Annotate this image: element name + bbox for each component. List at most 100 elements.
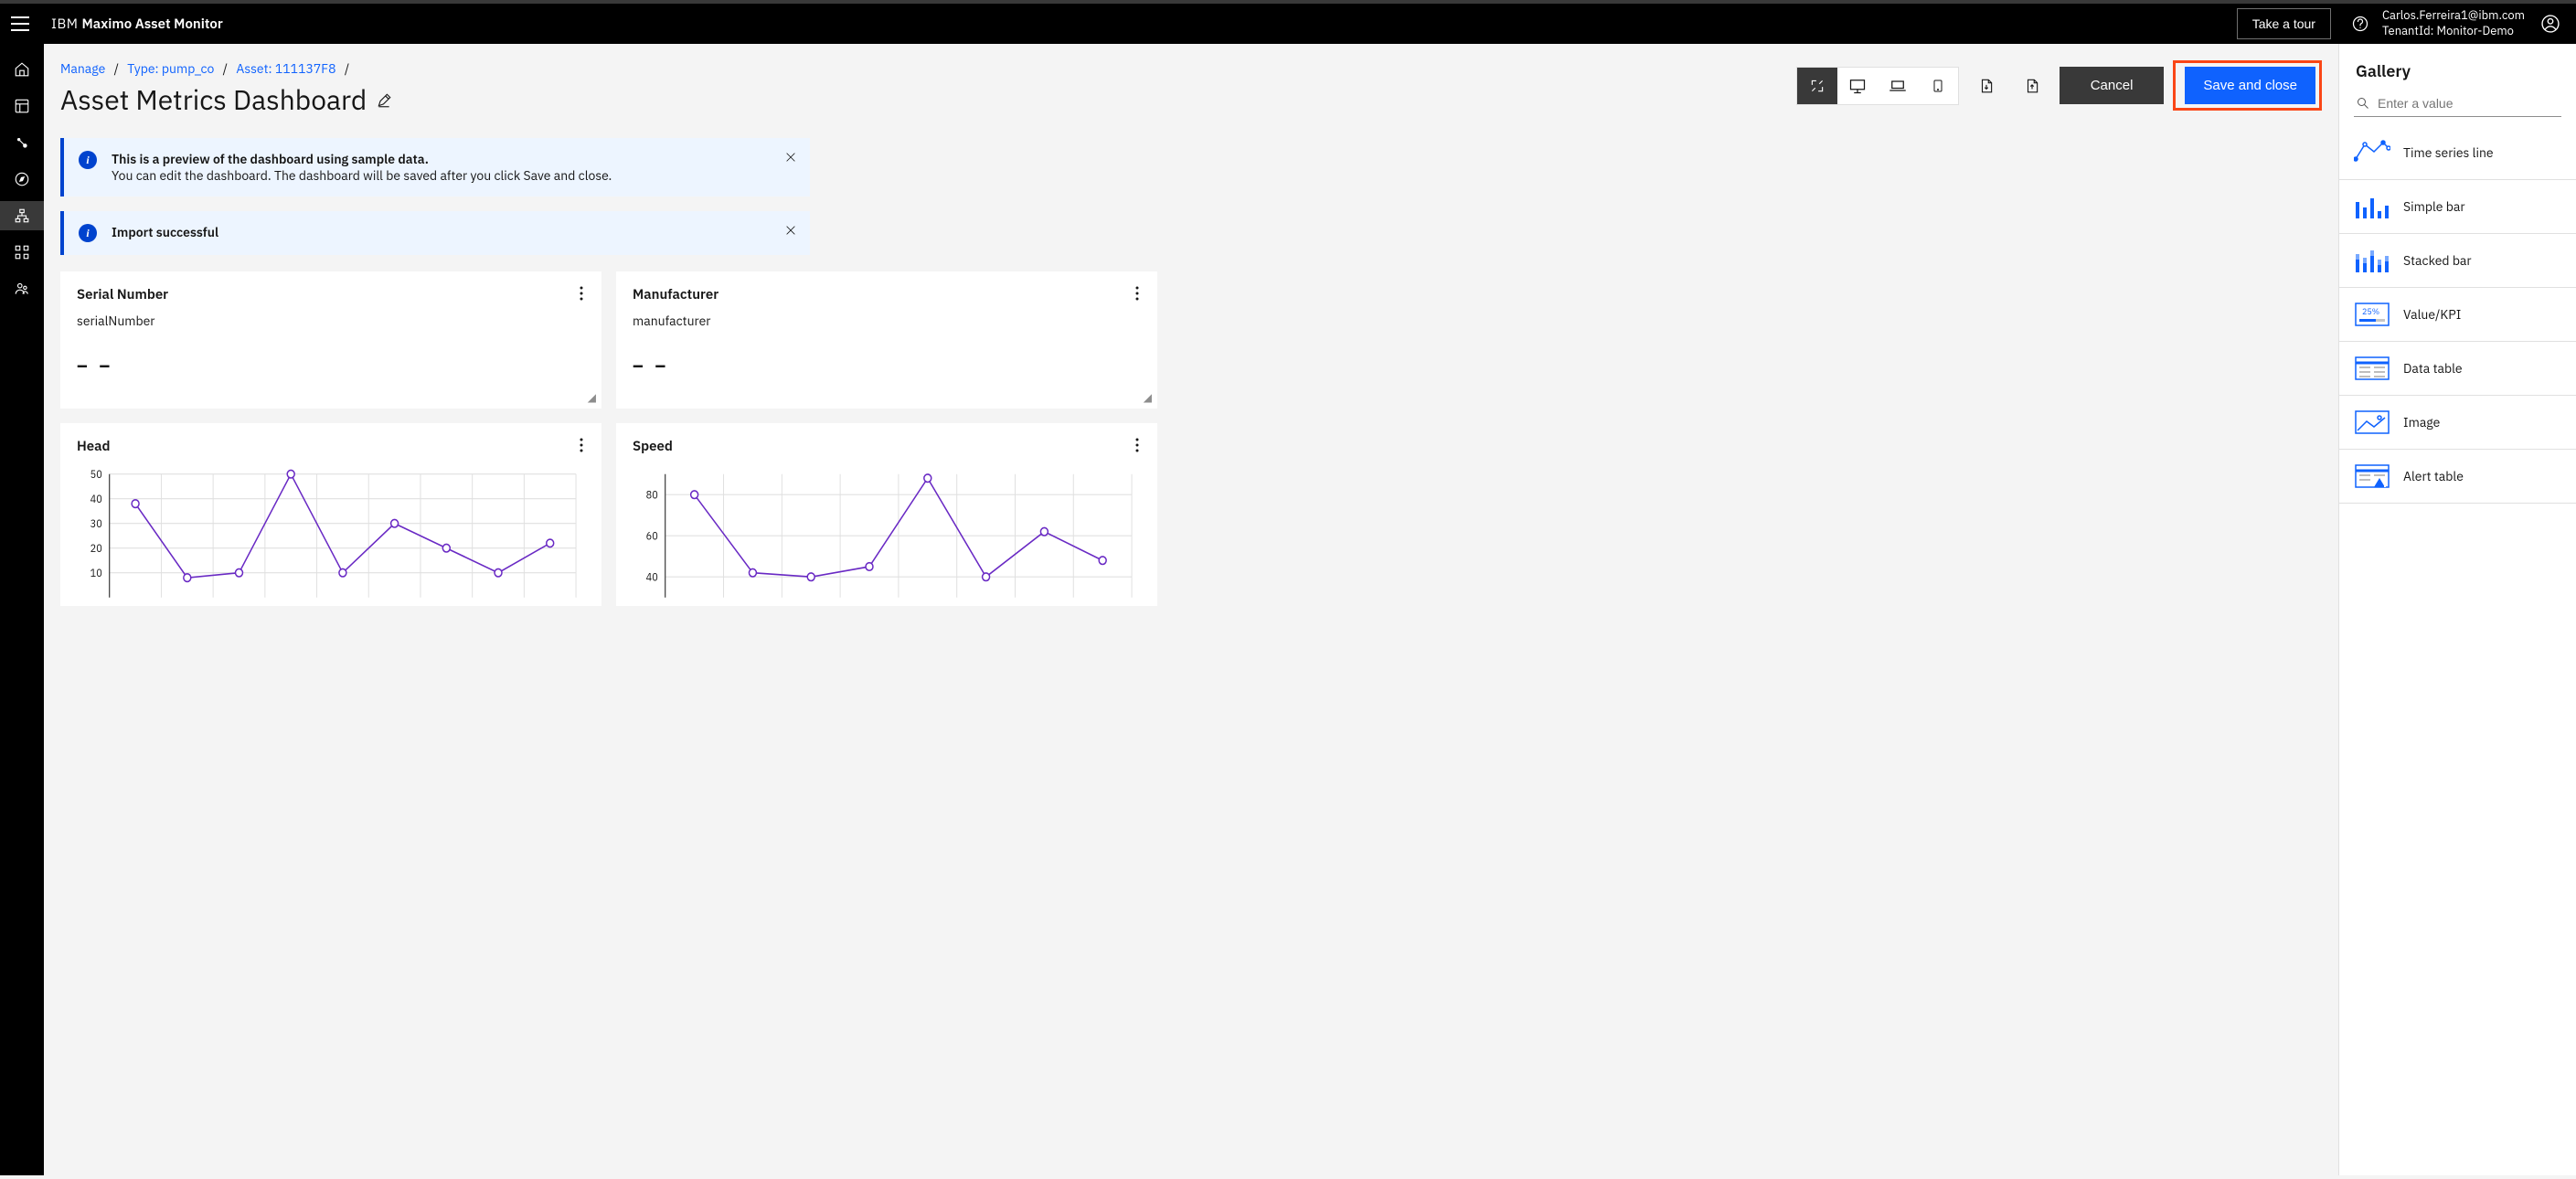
card-head-chart[interactable]: Head 10 20 30 40 50	[60, 423, 601, 606]
gallery-item[interactable]: Data table	[2339, 342, 2576, 396]
gallery-item-icon	[2354, 461, 2390, 492]
preview-notice-body: You can edit the dashboard. The dashboar…	[112, 167, 612, 184]
resize-handle-icon[interactable]: ◢	[588, 391, 596, 405]
gallery-item-icon	[2354, 353, 2390, 384]
svg-text:30: 30	[90, 517, 102, 532]
fullscreen-button[interactable]	[1797, 68, 1837, 104]
card-manufacturer[interactable]: Manufacturer manufacturer – – ◢	[616, 271, 1157, 409]
gallery-item-icon	[2354, 137, 2390, 168]
crumb-asset[interactable]: Asset: 111137F8	[236, 60, 335, 77]
nav-home-icon[interactable]	[0, 55, 44, 84]
card-serial-number[interactable]: Serial Number serialNumber – – ◢	[60, 271, 601, 409]
card-value: – –	[633, 353, 1141, 377]
editor-toolbar: Cancel Save and close	[1796, 60, 2322, 111]
import-icon[interactable]	[1968, 68, 2005, 104]
card-speed-chart[interactable]: Speed 40 60 80	[616, 423, 1157, 606]
info-icon: i	[79, 224, 97, 242]
gallery-list: Time series line Simple bar Stacked bar 25%…	[2339, 126, 2576, 504]
card-title: Serial Number	[77, 286, 585, 303]
brand-ibm: IBM	[51, 16, 78, 33]
user-email: Carlos.Ferreira1@ibm.com	[2382, 8, 2525, 24]
laptop-view-button[interactable]	[1878, 68, 1918, 104]
gallery-item-label: Alert table	[2403, 468, 2464, 484]
card-subtitle: manufacturer	[633, 313, 1141, 329]
crumb-manage[interactable]: Manage	[60, 60, 105, 77]
import-notice-title: Import successful	[112, 224, 218, 240]
svg-text:10: 10	[90, 567, 102, 581]
svg-text:50: 50	[90, 468, 102, 483]
gallery-item[interactable]: Stacked bar	[2339, 234, 2576, 288]
desktop-view-button[interactable]	[1837, 68, 1878, 104]
preview-notice: i This is a preview of the dashboard usi…	[60, 138, 810, 196]
search-icon	[2356, 96, 2370, 111]
gallery-item-label: Stacked bar	[2403, 252, 2472, 269]
save-highlight-box: Save and close	[2173, 60, 2322, 111]
edit-title-icon[interactable]	[376, 92, 392, 109]
gallery-search[interactable]	[2354, 90, 2561, 117]
close-icon[interactable]	[784, 224, 797, 237]
card-subtitle: serialNumber	[77, 313, 585, 329]
top-header: IBMMaximo Asset Monitor Take a tour Carl…	[0, 0, 2576, 44]
tablet-view-button[interactable]	[1918, 68, 1958, 104]
cancel-button[interactable]: Cancel	[2060, 67, 2165, 104]
svg-text:20: 20	[90, 542, 102, 557]
nav-dashboard-icon[interactable]	[0, 91, 44, 121]
brand: IBMMaximo Asset Monitor	[51, 16, 223, 33]
nav-connect-icon[interactable]	[0, 128, 44, 157]
take-tour-button[interactable]: Take a tour	[2237, 8, 2331, 39]
page-title: Asset Metrics Dashboard	[60, 82, 392, 118]
gallery-item-label: Data table	[2403, 360, 2463, 377]
card-title: Manufacturer	[633, 286, 1141, 303]
nav-hierarchy-icon[interactable]	[0, 201, 44, 230]
card-menu-icon[interactable]	[1128, 284, 1146, 303]
card-menu-icon[interactable]	[572, 436, 591, 454]
gallery-search-input[interactable]	[2378, 96, 2560, 111]
user-info: Carlos.Ferreira1@ibm.com TenantId: Monit…	[2382, 8, 2525, 39]
close-icon[interactable]	[784, 151, 797, 164]
gallery-item[interactable]: Image	[2339, 396, 2576, 450]
gallery-item-label: Time series line	[2403, 144, 2494, 161]
svg-text:25%: 25%	[2362, 307, 2379, 317]
card-title: Head	[77, 438, 585, 455]
info-icon: i	[79, 151, 97, 169]
card-menu-icon[interactable]	[1128, 436, 1146, 454]
gallery-item[interactable]: 25% Value/KPI	[2339, 288, 2576, 342]
card-grid: Serial Number serialNumber – – ◢ Manufac…	[60, 271, 1157, 606]
brand-product: Maximo Asset Monitor	[81, 16, 222, 33]
gallery-item-label: Simple bar	[2403, 198, 2465, 215]
card-title: Speed	[633, 438, 1141, 455]
svg-text:40: 40	[646, 570, 658, 585]
svg-text:40: 40	[90, 493, 102, 507]
card-value: – –	[77, 353, 585, 377]
resize-handle-icon[interactable]: ◢	[1144, 391, 1152, 405]
import-notice: i Import successful	[60, 211, 810, 255]
nav-explore-icon[interactable]	[0, 165, 44, 194]
export-icon[interactable]	[2014, 68, 2050, 104]
save-and-close-button[interactable]: Save and close	[2185, 67, 2315, 104]
gallery-item-icon	[2354, 407, 2390, 438]
gallery-item-icon	[2354, 245, 2390, 276]
crumb-type[interactable]: Type: pump_co	[127, 60, 214, 77]
gallery-item[interactable]: Simple bar	[2339, 180, 2576, 234]
card-menu-icon[interactable]	[572, 284, 591, 303]
svg-text:80: 80	[646, 488, 658, 503]
menu-icon[interactable]	[11, 16, 29, 31]
nav-apps-icon[interactable]	[0, 238, 44, 267]
gallery-item[interactable]: Alert table	[2339, 450, 2576, 504]
gallery-item[interactable]: Time series line	[2339, 126, 2576, 180]
gallery-item-label: Value/KPI	[2403, 306, 2461, 323]
speed-line-chart: 40 60 80	[633, 464, 1141, 601]
gallery-item-icon	[2354, 191, 2390, 222]
breadcrumb: Manage / Type: pump_co / Asset: 111137F8…	[60, 60, 392, 77]
svg-text:60: 60	[646, 529, 658, 544]
gallery-panel: Gallery Time series lineSimple barStacke…	[2338, 44, 2576, 1175]
main-content: Manage / Type: pump_co / Asset: 111137F8…	[44, 44, 2338, 1175]
head-line-chart: 10 20 30 40 50	[77, 464, 585, 601]
nav-users-icon[interactable]	[0, 274, 44, 303]
user-avatar-icon[interactable]	[2536, 9, 2565, 38]
preview-notice-title: This is a preview of the dashboard using…	[112, 151, 612, 167]
help-icon[interactable]	[2346, 9, 2375, 38]
viewport-group	[1796, 67, 1959, 105]
left-sidebar	[0, 44, 44, 1175]
tenant-id: TenantId: Monitor-Demo	[2382, 24, 2525, 39]
